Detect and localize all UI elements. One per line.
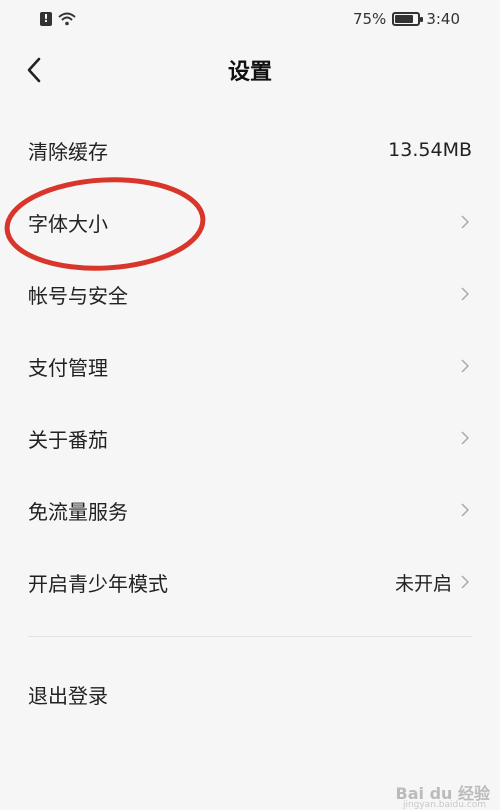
logout-button[interactable]: 退出登录 bbox=[0, 658, 500, 730]
watermark-url: jingyan.baidu.com bbox=[402, 800, 486, 810]
back-button[interactable] bbox=[18, 52, 50, 88]
page-title: 设置 bbox=[227, 60, 272, 85]
setting-label: 字体大小 bbox=[28, 211, 108, 236]
setting-right bbox=[458, 501, 472, 519]
battery-icon bbox=[392, 12, 424, 26]
status-left: ! bbox=[40, 12, 76, 26]
setting-teen-mode[interactable]: 开启青少年模式 未开启 bbox=[0, 546, 500, 618]
setting-right bbox=[458, 285, 472, 303]
battery-fill bbox=[395, 15, 414, 23]
setting-label: 开启青少年模式 bbox=[28, 571, 168, 596]
setting-clear-cache[interactable]: 清除缓存 13.54MB bbox=[0, 114, 500, 186]
status-bar: ! 75% 3:40 bbox=[0, 0, 500, 38]
chevron-right-icon bbox=[458, 285, 472, 303]
header: 设置 bbox=[0, 38, 500, 102]
setting-payment[interactable]: 支付管理 bbox=[0, 330, 500, 402]
teen-mode-status: 未开启 bbox=[394, 572, 452, 595]
settings-list: 清除缓存 13.54MB 字体大小 帐号与安全 支付管理 关于番茄 免流量服务 … bbox=[0, 114, 500, 618]
chevron-right-icon bbox=[458, 429, 472, 447]
status-right: 75% 3:40 bbox=[353, 10, 460, 28]
setting-free-data[interactable]: 免流量服务 bbox=[0, 474, 500, 546]
logout-label: 退出登录 bbox=[28, 683, 108, 708]
setting-right bbox=[458, 213, 472, 231]
setting-label: 帐号与安全 bbox=[28, 283, 128, 308]
chevron-left-icon bbox=[27, 57, 41, 83]
setting-label: 关于番茄 bbox=[28, 427, 108, 452]
setting-right: 未开启 bbox=[395, 569, 472, 596]
chevron-right-icon bbox=[458, 501, 472, 519]
chevron-right-icon bbox=[458, 213, 472, 231]
cache-size-value: 13.54MB bbox=[388, 139, 472, 161]
divider bbox=[28, 636, 472, 637]
setting-label: 免流量服务 bbox=[28, 499, 128, 524]
chevron-right-icon bbox=[458, 573, 472, 591]
setting-right: 13.54MB bbox=[388, 139, 472, 161]
setting-label: 支付管理 bbox=[28, 355, 108, 380]
battery-percent: 75% bbox=[352, 10, 387, 28]
setting-label: 清除缓存 bbox=[28, 139, 108, 164]
setting-right bbox=[458, 357, 472, 375]
setting-account-security[interactable]: 帐号与安全 bbox=[0, 258, 500, 330]
wifi-icon bbox=[58, 12, 76, 26]
clock: 3:40 bbox=[426, 10, 460, 28]
setting-font-size[interactable]: 字体大小 bbox=[0, 186, 500, 258]
setting-about[interactable]: 关于番茄 bbox=[0, 402, 500, 474]
sim-alert-icon: ! bbox=[40, 12, 52, 26]
chevron-right-icon bbox=[458, 357, 472, 375]
setting-right bbox=[458, 429, 472, 447]
